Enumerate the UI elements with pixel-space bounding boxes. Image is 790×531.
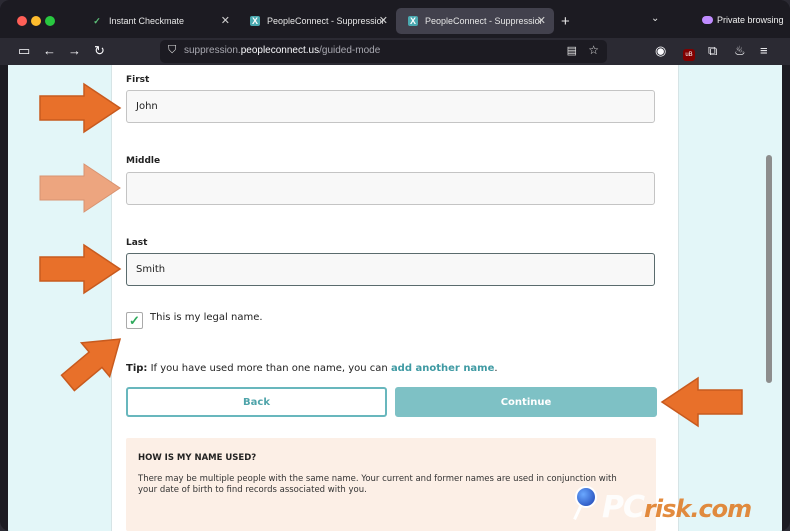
ublock-icon[interactable]: uB [683, 44, 695, 61]
pcrisk-watermark: PCrisk.com [572, 480, 782, 528]
private-mask-icon [702, 16, 713, 24]
reload-icon[interactable]: ↻ [94, 43, 105, 59]
tab-title: PeopleConnect - Suppression C [425, 16, 543, 26]
browser-window: ✓ Instant Checkmate ✕ X PeopleConnect - … [0, 0, 790, 531]
peopleconnect-icon: X [250, 16, 260, 26]
last-name-label: Last [126, 238, 148, 248]
bookmark-star-icon[interactable]: ☆ [588, 43, 599, 57]
peopleconnect-icon: X [408, 16, 418, 26]
private-browsing-indicator: Private browsing [702, 15, 784, 25]
page-viewport: First John Middle Last Smith ✓ This is m… [8, 65, 782, 531]
checkmark-icon: ✓ [93, 16, 101, 26]
tab-title: PeopleConnect - Suppression C [267, 16, 385, 26]
add-another-name-link[interactable]: add another name [391, 363, 494, 374]
extensions-icon[interactable]: ⧉ [708, 43, 717, 59]
legal-name-label: This is my legal name. [150, 312, 263, 323]
close-window-button[interactable] [17, 16, 27, 26]
tab-instant-checkmate[interactable]: ✓ Instant Checkmate ✕ [80, 8, 238, 34]
watermark-text: PCrisk.com [602, 490, 752, 525]
first-name-label: First [126, 75, 150, 85]
annotation-arrow-icon [39, 82, 122, 134]
continue-button[interactable]: Continue [395, 387, 657, 417]
annotation-arrow-left-icon [660, 376, 743, 428]
back-button[interactable]: Back [126, 387, 387, 417]
flame-icon[interactable]: ♨ [734, 43, 746, 59]
sidebar-icon[interactable]: ▭ [18, 43, 30, 59]
back-arrow-icon[interactable]: ← [43, 43, 56, 59]
info-body: There may be multiple people with the sa… [138, 474, 617, 495]
new-tab-button[interactable]: + [561, 13, 570, 30]
tab-title: Instant Checkmate [109, 16, 185, 26]
annotation-arrow-faded-icon [39, 163, 121, 213]
shield-icon[interactable]: ⛉ [168, 44, 176, 57]
tab-strip: ✓ Instant Checkmate ✕ X PeopleConnect - … [0, 0, 790, 38]
close-tab-icon[interactable]: ✕ [379, 14, 388, 27]
address-bar[interactable]: ⛉ suppression.peopleconnect.us/guided-mo… [160, 40, 607, 63]
tab-peopleconnect-active[interactable]: X PeopleConnect - Suppression C ✕ [396, 8, 554, 34]
name-form-card: First John Middle Last Smith ✓ This is m… [111, 65, 679, 531]
middle-name-label: Middle [126, 156, 161, 166]
chevron-down-icon[interactable]: ⌄ [651, 13, 659, 24]
menu-icon[interactable]: ≡ [760, 43, 768, 59]
private-browsing-label: Private browsing [717, 15, 784, 25]
minimize-window-button[interactable] [31, 16, 41, 26]
close-tab-icon[interactable]: ✕ [537, 14, 546, 27]
middle-name-field[interactable] [126, 172, 655, 205]
account-icon[interactable]: ◉ [655, 43, 666, 59]
close-tab-icon[interactable]: ✕ [221, 14, 230, 27]
forward-arrow-icon[interactable]: → [68, 43, 81, 59]
url-text[interactable]: suppression.peopleconnect.us/guided-mode [184, 45, 380, 56]
info-heading: HOW IS MY NAME USED? [138, 453, 257, 463]
tab-peopleconnect[interactable]: X PeopleConnect - Suppression C ✕ [238, 8, 396, 34]
tip-text: Tip: If you have used more than one name… [126, 363, 498, 374]
annotation-arrow-icon [39, 243, 122, 295]
maximize-window-button[interactable] [45, 16, 55, 26]
reader-view-icon[interactable]: ▤ [567, 44, 577, 57]
navigation-toolbar: ▭ ← → ↻ ⛉ suppression.peopleconnect.us/g… [0, 38, 790, 65]
scrollbar-thumb[interactable] [766, 155, 772, 383]
first-name-field[interactable]: John [126, 90, 655, 123]
scrollbar[interactable] [764, 65, 774, 531]
annotation-arrow-diagonal-icon [60, 338, 122, 392]
last-name-field[interactable]: Smith [126, 253, 655, 286]
